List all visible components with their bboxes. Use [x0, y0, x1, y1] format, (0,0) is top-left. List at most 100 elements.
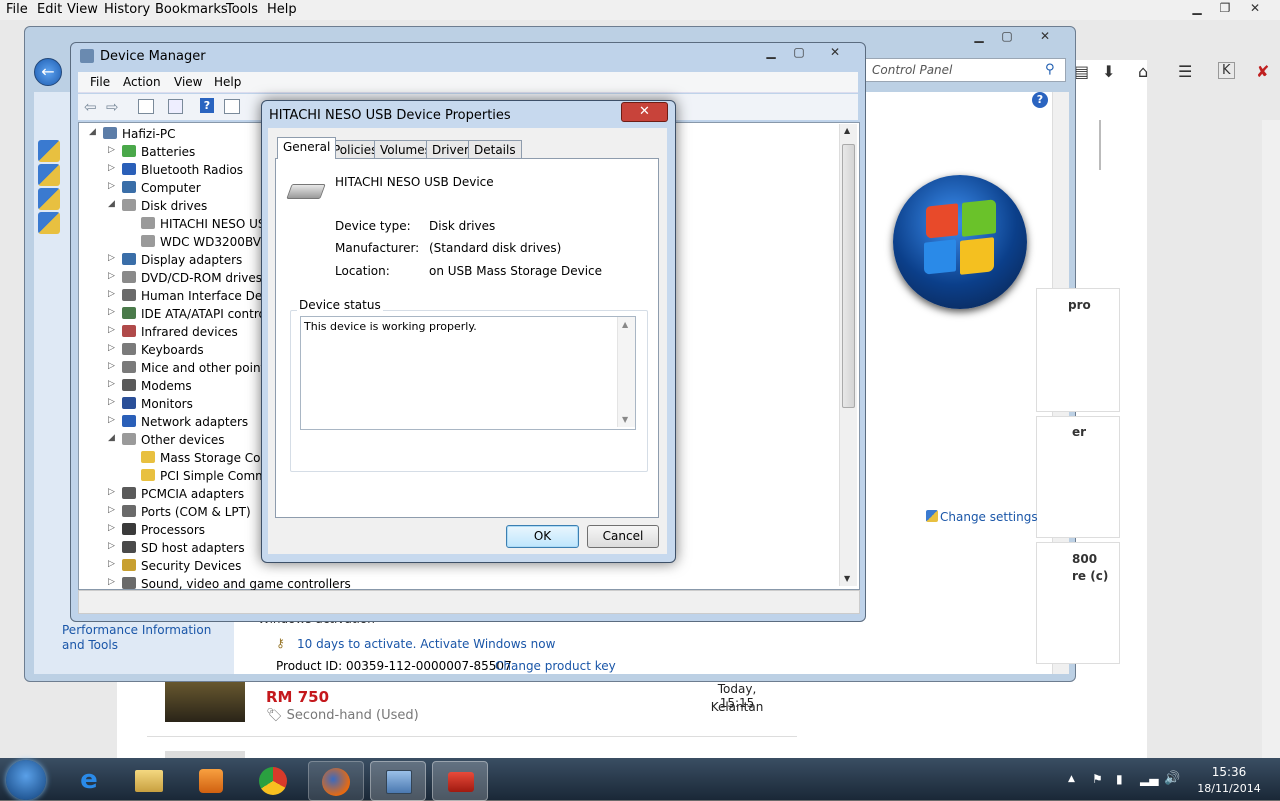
tree-item[interactable]: ◢ Hafizi-PC — [89, 127, 262, 145]
tree-expander-icon[interactable]: ▷ — [108, 145, 115, 155]
addon-k-icon[interactable]: K — [1218, 62, 1235, 79]
tree-expander-icon[interactable]: ▷ — [108, 415, 115, 425]
tree-expander-icon[interactable]: ▷ — [108, 181, 115, 191]
download-icon[interactable]: ⬇ — [1102, 62, 1115, 81]
help-icon[interactable]: ? — [1032, 92, 1048, 108]
close-icon[interactable]: ✕ — [1244, 0, 1266, 16]
device-status-scrollbar[interactable]: ▲ ▼ — [617, 317, 635, 427]
taskbar-device-manager[interactable] — [432, 761, 488, 801]
tree-expander-icon[interactable]: ▷ — [108, 163, 115, 173]
tree-item[interactable]: ▷ DVD/CD-ROM drives — [108, 271, 262, 289]
show-hide-icon[interactable] — [168, 99, 183, 114]
tree-expander-icon[interactable]: ▷ — [108, 325, 115, 335]
menu-view[interactable]: View — [67, 2, 98, 17]
tree-expander-icon[interactable]: ▷ — [108, 541, 115, 551]
listing-price[interactable]: RM 750 — [266, 688, 329, 706]
tree-expander-icon[interactable]: ▷ — [108, 559, 115, 569]
dm-menu-file[interactable]: File — [90, 75, 110, 89]
device-status-textbox[interactable]: This device is working properly. — [300, 316, 636, 430]
tree-item[interactable]: ▷ SD host adapters — [108, 541, 262, 559]
tree-item[interactable]: ▷ Computer — [108, 181, 262, 199]
menu-history[interactable]: History — [104, 2, 150, 17]
taskbar-control-panel[interactable] — [370, 761, 426, 801]
tab-details[interactable]: Details — [468, 140, 522, 159]
tree-item[interactable]: ▷ PCMCIA adapters — [108, 487, 262, 505]
listing-thumbnail-2[interactable] — [165, 751, 245, 758]
help-icon[interactable]: ? — [200, 98, 214, 113]
tree-item[interactable]: ▷ Display adapters — [108, 253, 262, 271]
performance-info-link[interactable]: Performance Information and Tools — [62, 623, 232, 653]
tree-expander-icon[interactable]: ▷ — [108, 397, 115, 407]
properties-icon[interactable] — [138, 99, 154, 114]
network-icon[interactable]: ▂▄ — [1140, 772, 1158, 786]
minimize-icon[interactable]: ▁ — [760, 44, 782, 60]
taskbar-chrome[interactable] — [246, 761, 300, 799]
menu-tools[interactable]: Tools — [226, 2, 258, 17]
taskbar-media-player[interactable] — [184, 761, 238, 799]
tree-expander-icon[interactable]: ▷ — [108, 289, 115, 299]
tree-expander-icon[interactable]: ▷ — [108, 523, 115, 533]
taskbar-firefox[interactable] — [308, 761, 364, 801]
tree-expander-icon[interactable]: ◢ — [108, 199, 115, 209]
tree-expander-icon[interactable]: ▷ — [108, 361, 115, 371]
tree-item[interactable]: ◢ Other devices — [108, 433, 262, 451]
reading-list-icon[interactable]: ▤ — [1074, 62, 1089, 81]
home-icon[interactable]: ⌂ — [1138, 62, 1148, 81]
tab-general[interactable]: General — [277, 137, 337, 159]
tree-item[interactable]: ▷ Bluetooth Radios — [108, 163, 262, 181]
tree-item[interactable]: ▷ Modems — [108, 379, 262, 397]
maximize-icon[interactable]: ▢ — [996, 28, 1018, 44]
maximize-icon[interactable]: ▢ — [788, 44, 810, 60]
tree-item[interactable]: ▷ Network adapters — [108, 415, 262, 433]
view-icon[interactable] — [224, 99, 240, 114]
activate-windows-link[interactable]: 10 days to activate. Activate Windows no… — [297, 637, 555, 651]
change-settings-link[interactable]: Change settings — [940, 510, 1038, 524]
taskbar-internet-explorer[interactable]: e — [62, 761, 116, 799]
close-icon[interactable]: ✕ — [621, 102, 668, 122]
tree-expander-icon[interactable]: ▷ — [108, 505, 115, 515]
tree-expander-icon[interactable]: ▷ — [108, 343, 115, 353]
clock-time[interactable]: 15:36 — [1205, 765, 1253, 779]
menu-bookmarks[interactable]: Bookmarks — [155, 2, 228, 17]
tree-item[interactable]: ▷ Ports (COM & LPT) — [108, 505, 262, 523]
cancel-button[interactable]: Cancel — [587, 525, 659, 548]
menu-help[interactable]: Help — [267, 2, 297, 17]
tree-expander-icon[interactable]: ◢ — [89, 127, 96, 137]
action-center-icon[interactable]: ⚑ — [1092, 772, 1103, 786]
start-button[interactable] — [6, 760, 46, 800]
tree-item[interactable]: WDC WD3200BVVT-80A26T0 ATA Device — [141, 235, 262, 253]
tree-item[interactable]: ▷ Mice and other pointing devices — [108, 361, 333, 379]
listing-thumbnail[interactable] — [165, 680, 245, 722]
tree-item[interactable]: HITACHI NESO USB Device — [141, 217, 262, 235]
taskbar-explorer[interactable] — [122, 761, 176, 799]
tree-item[interactable]: ▷ Keyboards — [108, 343, 262, 361]
back-icon[interactable]: ⇦ — [84, 98, 97, 116]
tree-expander-icon[interactable]: ▷ — [108, 487, 115, 497]
page-scrollbar[interactable] — [1262, 120, 1280, 760]
maximize-icon[interactable]: ❐ — [1214, 0, 1236, 16]
tree-item[interactable]: ▷ Infrared devices — [108, 325, 262, 343]
clock-date[interactable]: 18/11/2014 — [1190, 782, 1268, 795]
tree-expander-icon[interactable]: ▷ — [108, 253, 115, 263]
change-product-key-link[interactable]: Change product key — [495, 659, 616, 673]
forward-icon[interactable]: ⇨ — [106, 98, 119, 116]
scroll-down-icon[interactable]: ▼ — [622, 415, 628, 424]
menu-hamburger-icon[interactable]: ☰ — [1178, 62, 1192, 81]
scroll-up-icon[interactable]: ▲ — [844, 126, 850, 135]
dm-menu-view[interactable]: View — [174, 75, 202, 89]
tree-item[interactable]: ▷ Monitors — [108, 397, 262, 415]
ok-button[interactable]: OK — [506, 525, 579, 548]
tree-expander-icon[interactable]: ▷ — [108, 307, 115, 317]
minimize-icon[interactable]: ▁ — [1186, 0, 1208, 16]
dm-menu-action[interactable]: Action — [123, 75, 161, 89]
scrollbar-thumb[interactable] — [842, 144, 855, 408]
tree-item[interactable]: ▷ Security Devices — [108, 559, 262, 577]
search-icon[interactable]: ⚲ — [1045, 62, 1055, 77]
tree-expander-icon[interactable]: ◢ — [108, 433, 115, 443]
power-icon[interactable]: ▮ — [1116, 772, 1123, 786]
menu-file[interactable]: File — [6, 2, 28, 17]
tree-item[interactable]: ▷ IDE ATA/ATAPI controllers — [108, 307, 291, 325]
tree-item[interactable]: ◢ Disk drives — [108, 199, 262, 217]
show-hidden-icons-icon[interactable]: ▲ — [1068, 774, 1075, 784]
addon-red-icon[interactable]: ✘ — [1256, 62, 1269, 81]
